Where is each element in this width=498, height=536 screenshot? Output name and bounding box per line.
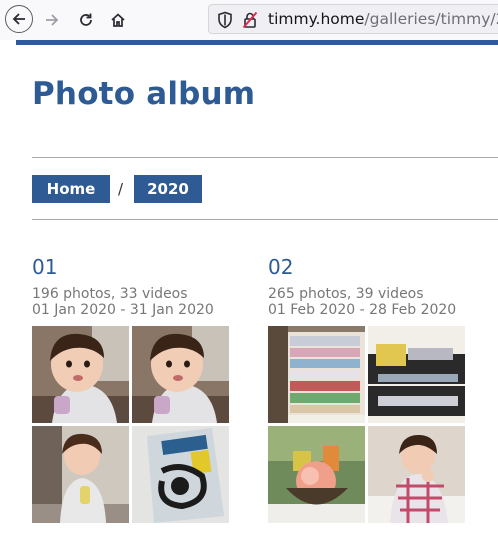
reload-icon: [80, 13, 92, 26]
photo-thumbnail[interactable]: [132, 326, 229, 423]
url-host: timmy.home: [268, 10, 365, 28]
album-thumbnail-grid: [268, 326, 468, 524]
album-counts: 196 photos, 33 videos: [32, 286, 188, 302]
album-thumbnail-grid: [32, 326, 232, 524]
back-arrow-icon: [12, 13, 25, 25]
breadcrumb-home-link[interactable]: Home: [32, 175, 110, 203]
album-card: 01 196 photos, 33 videos 01 Jan 2020 - 3…: [32, 255, 232, 523]
album-card: 02 265 photos, 39 videos 01 Feb 2020 - 2…: [268, 255, 468, 523]
album-date-range: 01 Jan 2020 - 31 Jan 2020: [32, 302, 214, 318]
home-icon: [111, 13, 125, 27]
photo-thumbnail[interactable]: [132, 426, 229, 523]
reload-button[interactable]: [72, 6, 100, 34]
photo-thumbnail[interactable]: [32, 426, 129, 523]
album-date-range: 01 Feb 2020 - 28 Feb 2020: [268, 302, 457, 318]
forward-button[interactable]: [38, 6, 66, 34]
url-text[interactable]: timmy.home/galleries/timmy/2: [268, 9, 498, 29]
album-counts: 265 photos, 39 videos: [268, 286, 424, 302]
back-button[interactable]: [5, 5, 33, 33]
divider-bottom: [32, 219, 498, 220]
address-bar[interactable]: timmy.home/galleries/timmy/2: [208, 4, 498, 34]
insecure-lock-icon[interactable]: [242, 11, 258, 29]
breadcrumb-separator: /: [118, 180, 124, 198]
album-title-link[interactable]: 02: [268, 255, 468, 281]
photo-thumbnail[interactable]: [268, 326, 365, 423]
url-path: /galleries/timmy/2: [364, 10, 498, 28]
breadcrumb-current-link[interactable]: 2020: [134, 175, 202, 203]
page-title: Photo album: [32, 76, 256, 112]
photo-thumbnail[interactable]: [368, 326, 465, 423]
header-accent-bar: [16, 40, 498, 45]
divider-top: [32, 157, 498, 158]
shield-icon[interactable]: [217, 11, 233, 29]
photo-thumbnail[interactable]: [268, 426, 365, 523]
album-title-link[interactable]: 01: [32, 255, 232, 281]
photo-thumbnail[interactable]: [368, 426, 465, 523]
photo-thumbnail[interactable]: [32, 326, 129, 423]
forward-arrow-icon: [46, 14, 59, 26]
browser-toolbar: timmy.home/galleries/timmy/2: [0, 0, 498, 40]
home-button[interactable]: [104, 6, 132, 34]
